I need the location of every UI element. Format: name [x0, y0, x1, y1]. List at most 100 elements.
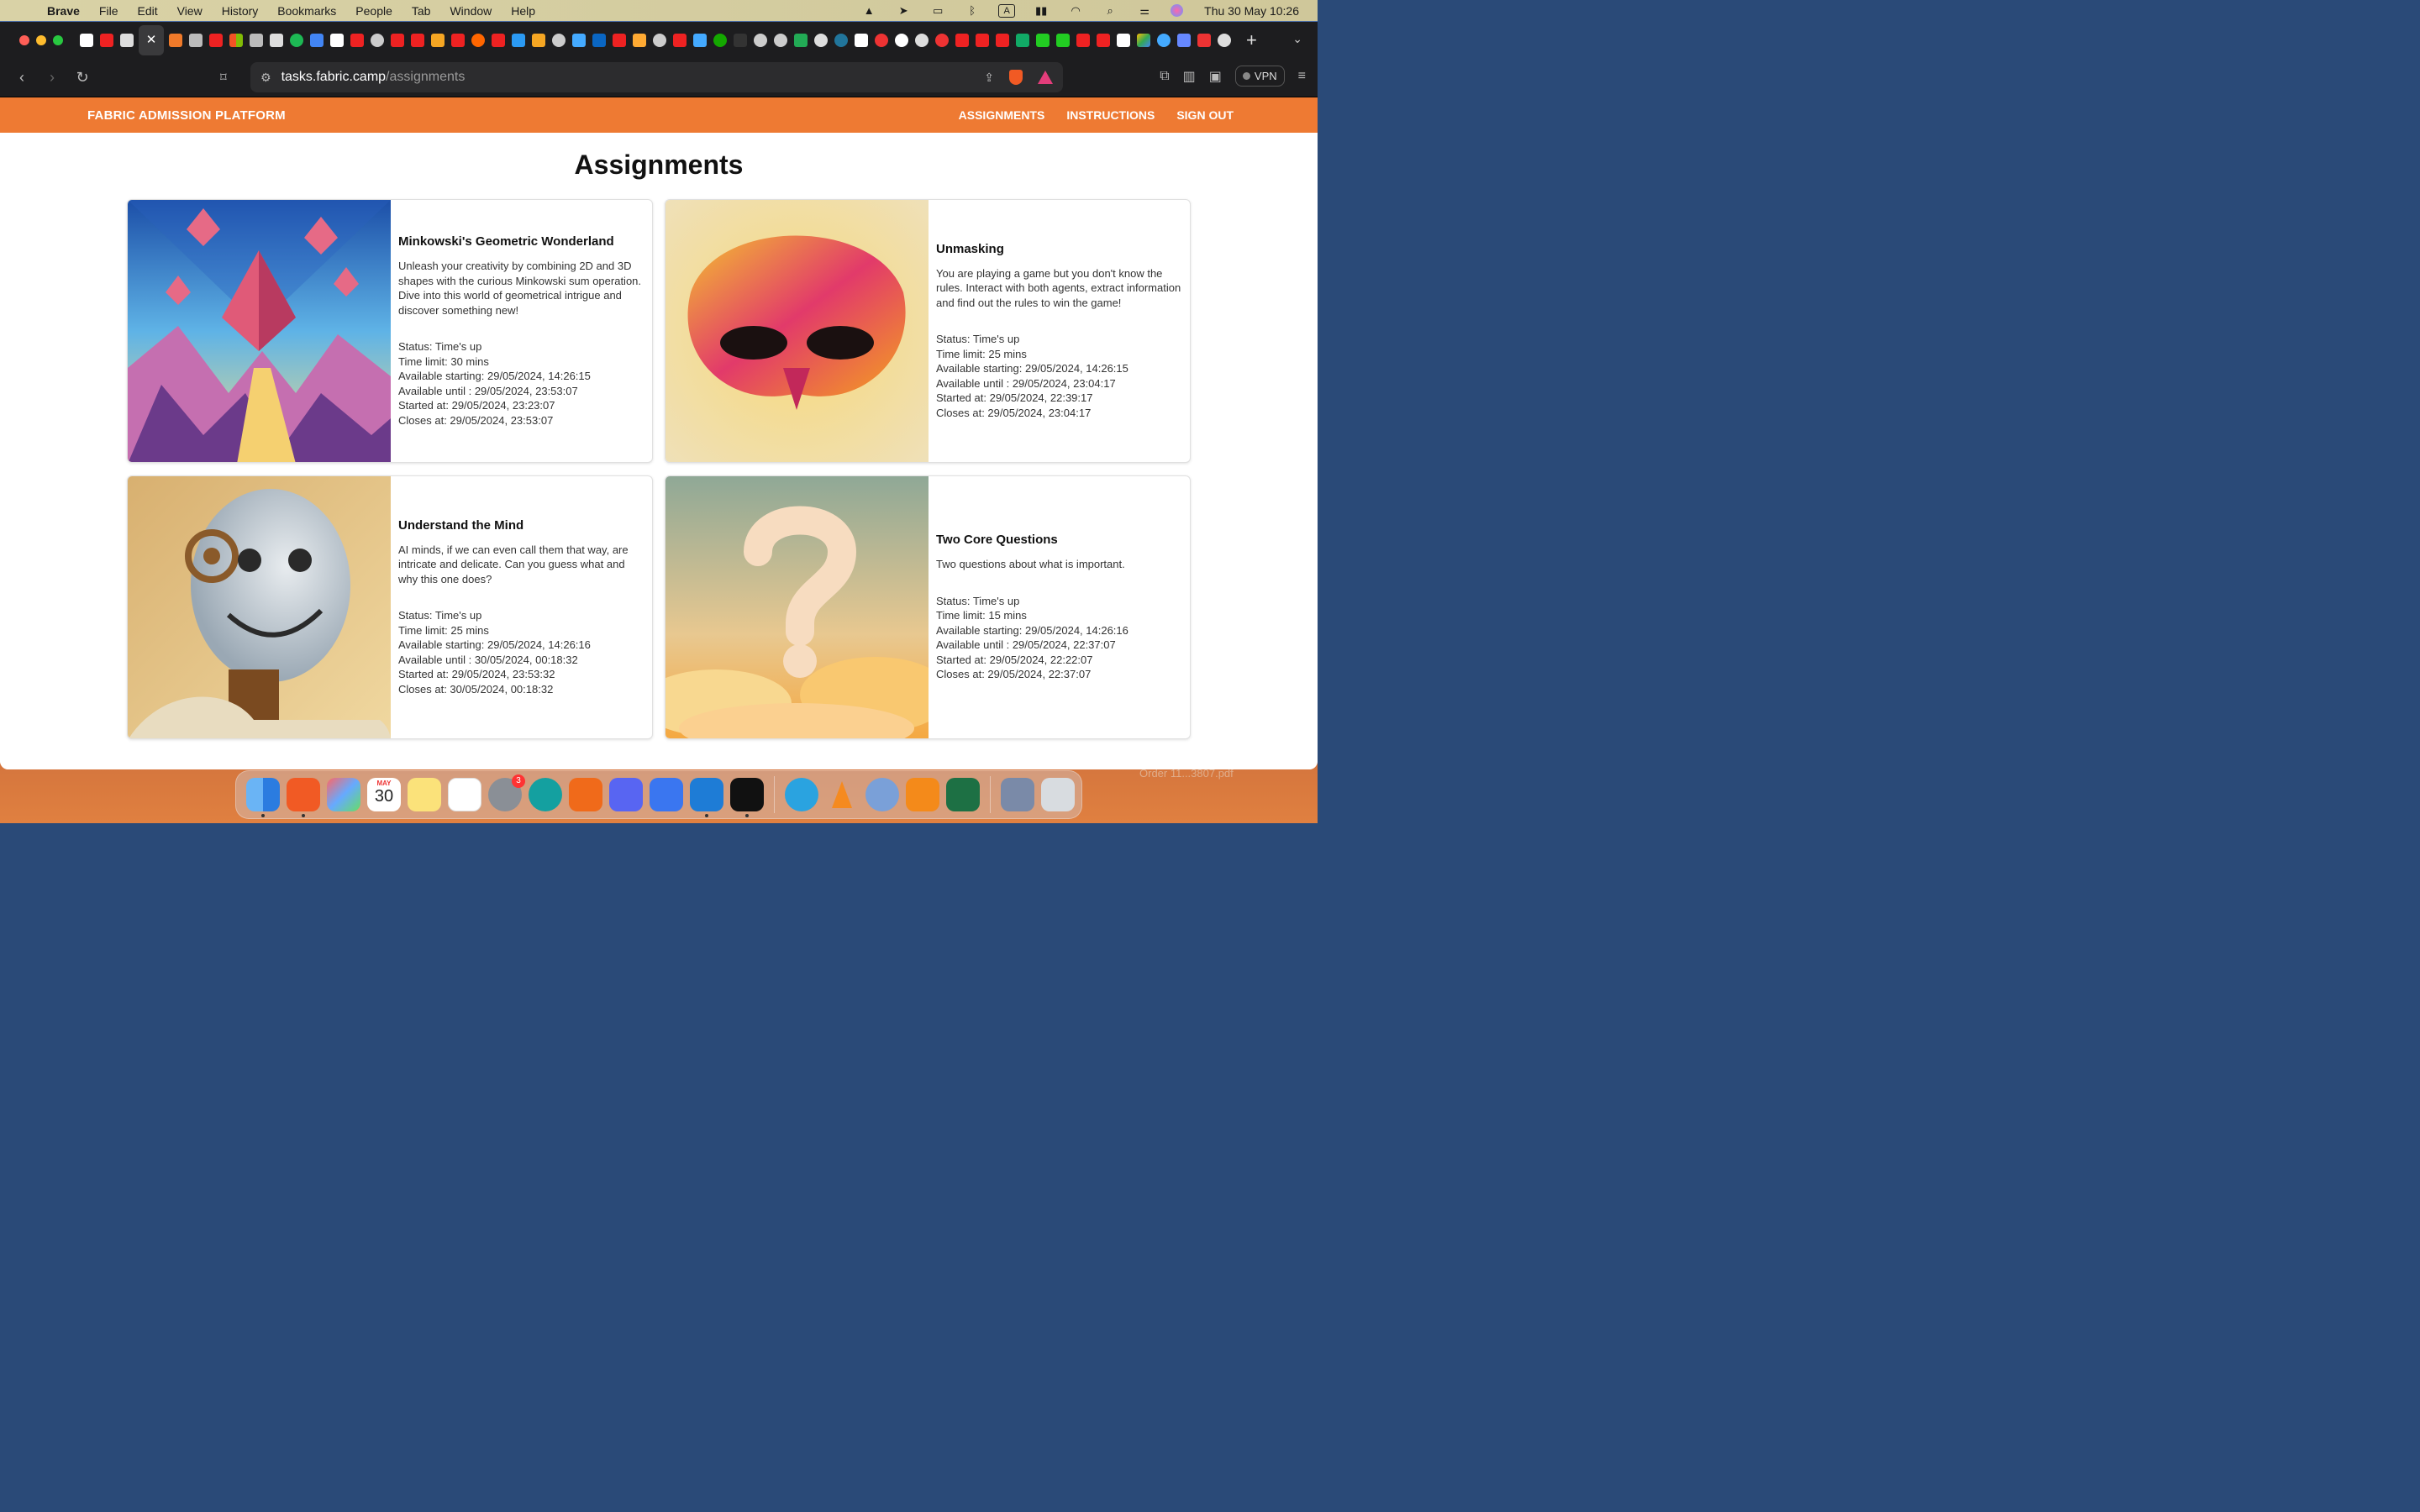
input-source-icon[interactable]: A [998, 3, 1016, 18]
fusion-icon[interactable] [569, 778, 602, 811]
menu-clock[interactable]: Thu 30 May 10:26 [1204, 4, 1299, 18]
bookmark-icon[interactable]: ⌑ [220, 70, 227, 85]
spotlight-search-icon[interactable]: ⌕ [1102, 4, 1118, 18]
close-window-button[interactable] [19, 35, 29, 45]
tab-icon[interactable] [1016, 34, 1029, 47]
menu-window[interactable]: Window [450, 4, 492, 18]
freeform-icon[interactable] [448, 778, 481, 811]
trash-icon[interactable] [1041, 778, 1075, 811]
signal-icon[interactable] [650, 778, 683, 811]
assignment-card[interactable]: Two Core Questions Two questions about w… [665, 475, 1191, 739]
google-tab-icon[interactable] [895, 34, 908, 47]
nav-assignments-link[interactable]: ASSIGNMENTS [959, 108, 1045, 122]
brave-browser-icon[interactable] [287, 778, 320, 817]
calendar-icon[interactable]: MAY 30 [367, 778, 401, 811]
menu-bookmarks[interactable]: Bookmarks [277, 4, 336, 18]
nav-instructions-link[interactable]: INSTRUCTIONS [1066, 108, 1155, 122]
notes-icon[interactable] [408, 778, 441, 811]
assignment-card[interactable]: Unmasking You are playing a game but you… [665, 199, 1191, 463]
system-settings-icon[interactable]: 3 [488, 774, 525, 811]
menu-people[interactable]: People [355, 4, 392, 18]
menu-app-name[interactable]: Brave [47, 4, 80, 18]
infinity-tab-icon[interactable] [431, 34, 445, 47]
youtube-tab-icon[interactable] [492, 34, 505, 47]
assignment-title[interactable]: Minkowski's Geometric Wonderland [398, 234, 645, 249]
extensions-icon[interactable]: ⧉ [1160, 69, 1169, 84]
battery-icon[interactable]: ▮▮ [1033, 4, 1050, 18]
tab-icon[interactable] [471, 34, 485, 47]
youtube-tab-icon[interactable] [100, 34, 113, 47]
menu-edit[interactable]: Edit [137, 4, 157, 18]
tab-icon[interactable] [935, 34, 949, 47]
tab-icon[interactable] [169, 34, 182, 47]
notion-tab-icon[interactable] [80, 34, 93, 47]
assignment-card[interactable]: Minkowski's Geometric Wonderland Unleash… [127, 199, 653, 463]
openai-tab-icon[interactable] [1218, 34, 1231, 47]
tab-icon[interactable] [512, 34, 525, 47]
assignment-image-mask[interactable] [666, 200, 929, 462]
forward-button[interactable]: › [37, 69, 67, 87]
assignment-title[interactable]: Understand the Mind [398, 518, 645, 533]
youtube-tab-icon[interactable] [451, 34, 465, 47]
menu-file[interactable]: File [99, 4, 118, 18]
google-drive-tab-icon[interactable] [1137, 34, 1150, 47]
control-center-icon[interactable]: ⚌ [1136, 4, 1153, 18]
brave-rewards-icon[interactable] [1038, 71, 1053, 84]
assignment-title[interactable]: Two Core Questions [936, 533, 1183, 547]
edx-tab-icon[interactable] [734, 34, 747, 47]
youtube-tab-icon[interactable] [1097, 34, 1110, 47]
excel-icon[interactable] [946, 778, 980, 811]
tab-icon[interactable] [855, 34, 868, 47]
assignment-card[interactable]: Understand the Mind AI minds, if we can … [127, 475, 653, 739]
siri-icon[interactable] [1171, 4, 1184, 17]
linkedin-tab-icon[interactable] [592, 34, 606, 47]
youtube-tab-icon[interactable] [673, 34, 687, 47]
nav-sign-out-link[interactable]: SIGN OUT [1176, 108, 1234, 122]
gmail-tab-icon[interactable] [270, 34, 283, 47]
youtube-tab-icon[interactable] [996, 34, 1009, 47]
wordpress-tab-icon[interactable] [834, 34, 848, 47]
downloads-stack-icon[interactable] [1001, 778, 1034, 811]
site-brand[interactable]: FABRIC ADMISSION PLATFORM [87, 108, 286, 123]
globe-tab-icon[interactable] [371, 34, 384, 47]
upwork-tab-icon[interactable] [713, 34, 727, 47]
navigation-status-icon[interactable]: ➤ [895, 4, 912, 18]
vlc-icon[interactable] [825, 778, 859, 811]
globe-tab-icon[interactable] [552, 34, 566, 47]
books-icon[interactable] [906, 778, 939, 811]
assignment-image-cloud-question[interactable] [666, 476, 929, 738]
brave-shields-icon[interactable] [1009, 70, 1023, 85]
r-app-icon[interactable] [865, 778, 899, 811]
tab-icon[interactable] [1157, 34, 1171, 47]
reload-button[interactable]: ↻ [67, 69, 97, 87]
gmail-tab-icon[interactable] [250, 34, 263, 47]
sidebar-icon[interactable]: ▥ [1183, 68, 1196, 85]
vpn-button[interactable]: VPN [1234, 66, 1285, 87]
tab-icon[interactable] [1117, 34, 1130, 47]
tab-icon[interactable] [1177, 34, 1191, 47]
tab-icon[interactable] [1056, 34, 1070, 47]
menu-view[interactable]: View [177, 4, 203, 18]
globe-tab-icon[interactable] [653, 34, 666, 47]
tab-icon[interactable] [794, 34, 808, 47]
active-tab-close-icon[interactable]: ✕ [139, 25, 164, 55]
bluetooth-icon[interactable]: ᛒ [964, 4, 981, 18]
tab-icon[interactable] [814, 34, 828, 47]
assignment-image-geometric-mountains[interactable] [128, 200, 391, 462]
infinity-tab-icon[interactable] [532, 34, 545, 47]
launchpad-icon[interactable] [327, 778, 360, 811]
youtube-tab-icon[interactable] [209, 34, 223, 47]
back-button[interactable]: ‹ [7, 69, 37, 87]
wallet-icon[interactable]: ▣ [1209, 68, 1222, 85]
calendar-tab-icon[interactable] [310, 34, 324, 47]
youtube-tab-icon[interactable] [411, 34, 424, 47]
tab-icon[interactable] [1036, 34, 1050, 47]
assignment-image-robot[interactable] [128, 476, 391, 738]
display-status-icon[interactable]: ▭ [929, 4, 946, 18]
menu-help[interactable]: Help [511, 4, 535, 18]
tab-icon[interactable] [1197, 34, 1211, 47]
microsoft-tab-icon[interactable] [229, 34, 243, 47]
globe-tab-icon[interactable] [754, 34, 767, 47]
site-settings-icon[interactable]: ⚙ [260, 71, 271, 85]
youtube-tab-icon[interactable] [350, 34, 364, 47]
